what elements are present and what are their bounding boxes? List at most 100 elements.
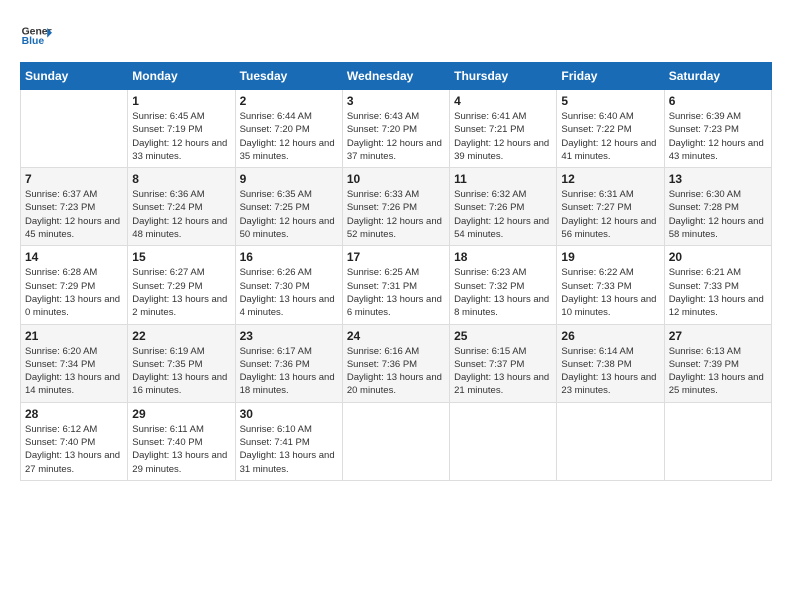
day-info: Sunrise: 6:33 AMSunset: 7:26 PMDaylight:…: [347, 188, 445, 241]
day-info: Sunrise: 6:36 AMSunset: 7:24 PMDaylight:…: [132, 188, 230, 241]
calendar-cell: [21, 90, 128, 168]
calendar-cell: 7 Sunrise: 6:37 AMSunset: 7:23 PMDaylight…: [21, 168, 128, 246]
calendar-cell: [342, 402, 449, 480]
day-info: Sunrise: 6:15 AMSunset: 7:37 PMDaylight:…: [454, 345, 552, 398]
day-number: 15: [132, 250, 230, 264]
day-number: 1: [132, 94, 230, 108]
calendar-cell: 9 Sunrise: 6:35 AMSunset: 7:25 PMDaylight…: [235, 168, 342, 246]
column-header-sunday: Sunday: [21, 63, 128, 90]
calendar-cell: 18 Sunrise: 6:23 AMSunset: 7:32 PMDayligh…: [450, 246, 557, 324]
week-row-5: 28 Sunrise: 6:12 AMSunset: 7:40 PMDayligh…: [21, 402, 772, 480]
day-info: Sunrise: 6:41 AMSunset: 7:21 PMDaylight:…: [454, 110, 552, 163]
calendar-table: SundayMondayTuesdayWednesdayThursdayFrid…: [20, 62, 772, 481]
calendar-cell: 1 Sunrise: 6:45 AMSunset: 7:19 PMDaylight…: [128, 90, 235, 168]
week-row-2: 7 Sunrise: 6:37 AMSunset: 7:23 PMDaylight…: [21, 168, 772, 246]
calendar-cell: 30 Sunrise: 6:10 AMSunset: 7:41 PMDayligh…: [235, 402, 342, 480]
day-info: Sunrise: 6:43 AMSunset: 7:20 PMDaylight:…: [347, 110, 445, 163]
day-number: 27: [669, 329, 767, 343]
column-header-wednesday: Wednesday: [342, 63, 449, 90]
day-info: Sunrise: 6:35 AMSunset: 7:25 PMDaylight:…: [240, 188, 338, 241]
day-info: Sunrise: 6:10 AMSunset: 7:41 PMDaylight:…: [240, 423, 338, 476]
day-info: Sunrise: 6:23 AMSunset: 7:32 PMDaylight:…: [454, 266, 552, 319]
day-info: Sunrise: 6:40 AMSunset: 7:22 PMDaylight:…: [561, 110, 659, 163]
day-number: 18: [454, 250, 552, 264]
column-header-friday: Friday: [557, 63, 664, 90]
calendar-cell: 12 Sunrise: 6:31 AMSunset: 7:27 PMDayligh…: [557, 168, 664, 246]
calendar-cell: [557, 402, 664, 480]
day-number: 30: [240, 407, 338, 421]
calendar-cell: 5Sunrise: 6:40 AMSunset: 7:22 PMDaylight…: [557, 90, 664, 168]
day-number: 22: [132, 329, 230, 343]
day-number: 13: [669, 172, 767, 186]
day-info: Sunrise: 6:14 AMSunset: 7:38 PMDaylight:…: [561, 345, 659, 398]
day-info: Sunrise: 6:30 AMSunset: 7:28 PMDaylight:…: [669, 188, 767, 241]
column-header-saturday: Saturday: [664, 63, 771, 90]
calendar-cell: 21 Sunrise: 6:20 AMSunset: 7:34 PMDayligh…: [21, 324, 128, 402]
day-number: 25: [454, 329, 552, 343]
day-info: Sunrise: 6:12 AMSunset: 7:40 PMDaylight:…: [25, 423, 123, 476]
column-header-monday: Monday: [128, 63, 235, 90]
day-number: 14: [25, 250, 123, 264]
day-info: Sunrise: 6:27 AMSunset: 7:29 PMDaylight:…: [132, 266, 230, 319]
page-header: General Blue: [20, 20, 772, 52]
day-number: 3: [347, 94, 445, 108]
calendar-cell: 23 Sunrise: 6:17 AMSunset: 7:36 PMDayligh…: [235, 324, 342, 402]
day-number: 7: [25, 172, 123, 186]
week-row-4: 21 Sunrise: 6:20 AMSunset: 7:34 PMDayligh…: [21, 324, 772, 402]
day-number: 17: [347, 250, 445, 264]
day-number: 28: [25, 407, 123, 421]
day-number: 8: [132, 172, 230, 186]
calendar-cell: 11Sunrise: 6:32 AMSunset: 7:26 PMDayligh…: [450, 168, 557, 246]
day-number: 19: [561, 250, 659, 264]
calendar-cell: 14 Sunrise: 6:28 AMSunset: 7:29 PMDayligh…: [21, 246, 128, 324]
day-info: Sunrise: 6:26 AMSunset: 7:30 PMDaylight:…: [240, 266, 338, 319]
day-number: 23: [240, 329, 338, 343]
day-number: 4: [454, 94, 552, 108]
calendar-cell: 16 Sunrise: 6:26 AMSunset: 7:30 PMDayligh…: [235, 246, 342, 324]
day-number: 10: [347, 172, 445, 186]
calendar-cell: 22 Sunrise: 6:19 AMSunset: 7:35 PMDayligh…: [128, 324, 235, 402]
day-number: 26: [561, 329, 659, 343]
day-info: Sunrise: 6:17 AMSunset: 7:36 PMDaylight:…: [240, 345, 338, 398]
day-info: Sunrise: 6:28 AMSunset: 7:29 PMDaylight:…: [25, 266, 123, 319]
svg-text:Blue: Blue: [22, 36, 45, 47]
day-info: Sunrise: 6:21 AMSunset: 7:33 PMDaylight:…: [669, 266, 767, 319]
day-number: 24: [347, 329, 445, 343]
calendar-cell: 24 Sunrise: 6:16 AMSunset: 7:36 PMDayligh…: [342, 324, 449, 402]
calendar-cell: 6 Sunrise: 6:39 AMSunset: 7:23 PMDaylight…: [664, 90, 771, 168]
day-info: Sunrise: 6:45 AMSunset: 7:19 PMDaylight:…: [132, 110, 230, 163]
calendar-cell: 27 Sunrise: 6:13 AMSunset: 7:39 PMDayligh…: [664, 324, 771, 402]
calendar-cell: 13 Sunrise: 6:30 AMSunset: 7:28 PMDayligh…: [664, 168, 771, 246]
day-number: 2: [240, 94, 338, 108]
week-row-1: 1 Sunrise: 6:45 AMSunset: 7:19 PMDaylight…: [21, 90, 772, 168]
calendar-cell: 3 Sunrise: 6:43 AMSunset: 7:20 PMDaylight…: [342, 90, 449, 168]
calendar-cell: 15 Sunrise: 6:27 AMSunset: 7:29 PMDayligh…: [128, 246, 235, 324]
logo: General Blue: [20, 20, 52, 52]
calendar-cell: 29Sunrise: 6:11 AMSunset: 7:40 PMDayligh…: [128, 402, 235, 480]
calendar-cell: [450, 402, 557, 480]
day-info: Sunrise: 6:39 AMSunset: 7:23 PMDaylight:…: [669, 110, 767, 163]
calendar-cell: 19Sunrise: 6:22 AMSunset: 7:33 PMDayligh…: [557, 246, 664, 324]
calendar-cell: [664, 402, 771, 480]
day-number: 12: [561, 172, 659, 186]
week-row-3: 14 Sunrise: 6:28 AMSunset: 7:29 PMDayligh…: [21, 246, 772, 324]
day-info: Sunrise: 6:20 AMSunset: 7:34 PMDaylight:…: [25, 345, 123, 398]
day-info: Sunrise: 6:16 AMSunset: 7:36 PMDaylight:…: [347, 345, 445, 398]
calendar-cell: 17 Sunrise: 6:25 AMSunset: 7:31 PMDayligh…: [342, 246, 449, 324]
day-info: Sunrise: 6:37 AMSunset: 7:23 PMDaylight:…: [25, 188, 123, 241]
column-header-thursday: Thursday: [450, 63, 557, 90]
day-number: 21: [25, 329, 123, 343]
day-number: 16: [240, 250, 338, 264]
day-info: Sunrise: 6:31 AMSunset: 7:27 PMDaylight:…: [561, 188, 659, 241]
calendar-cell: 28 Sunrise: 6:12 AMSunset: 7:40 PMDayligh…: [21, 402, 128, 480]
calendar-cell: 2 Sunrise: 6:44 AMSunset: 7:20 PMDaylight…: [235, 90, 342, 168]
calendar-cell: 10 Sunrise: 6:33 AMSunset: 7:26 PMDayligh…: [342, 168, 449, 246]
column-header-tuesday: Tuesday: [235, 63, 342, 90]
day-info: Sunrise: 6:11 AMSunset: 7:40 PMDaylight:…: [132, 423, 230, 476]
day-info: Sunrise: 6:13 AMSunset: 7:39 PMDaylight:…: [669, 345, 767, 398]
day-info: Sunrise: 6:19 AMSunset: 7:35 PMDaylight:…: [132, 345, 230, 398]
day-number: 6: [669, 94, 767, 108]
day-number: 9: [240, 172, 338, 186]
day-info: Sunrise: 6:25 AMSunset: 7:31 PMDaylight:…: [347, 266, 445, 319]
day-info: Sunrise: 6:44 AMSunset: 7:20 PMDaylight:…: [240, 110, 338, 163]
